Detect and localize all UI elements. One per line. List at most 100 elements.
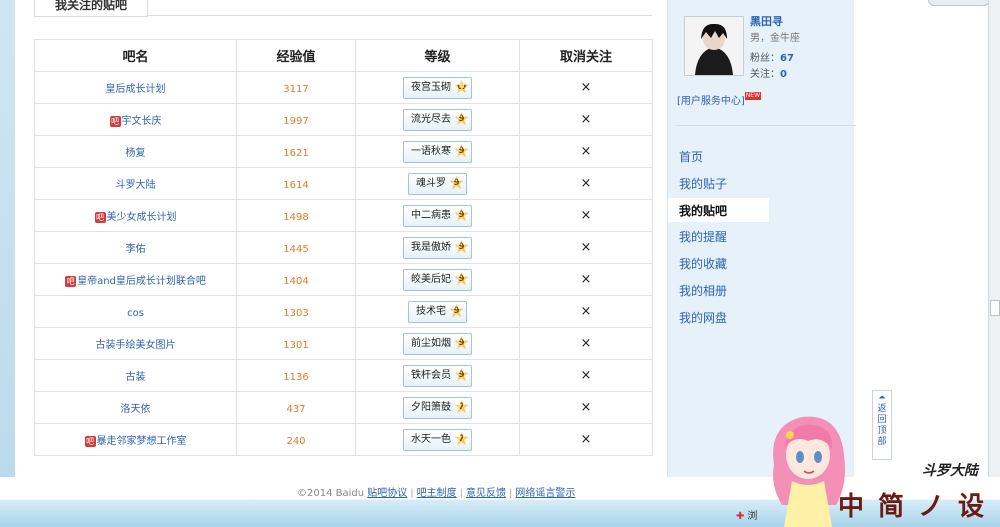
level-title: 夜宫玉砌 xyxy=(411,81,451,93)
unfollow-button[interactable]: × xyxy=(581,240,592,255)
bar-name-label[interactable]: 古装手绘美女图片 xyxy=(96,340,176,351)
bar-name-label[interactable]: 皇帝and皇后成长计划联合吧 xyxy=(77,276,206,287)
bar-name-label[interactable]: 美少女成长计划 xyxy=(107,212,177,223)
level-badge[interactable]: 皎美后妃 9 xyxy=(403,268,472,291)
level-badge[interactable]: 夕阳箫鼓 7 xyxy=(403,396,472,419)
star-icon: 9 xyxy=(454,143,469,158)
level-badge[interactable]: 中二病患 9 xyxy=(403,204,472,227)
unfollow-cell: × xyxy=(519,391,653,424)
exp-cell: 1303 xyxy=(236,295,356,328)
sidebar-nav-item[interactable]: 我的贴子 xyxy=(679,175,727,192)
bar-name-label[interactable]: 李佑 xyxy=(126,244,146,255)
bar-name-label[interactable]: cos xyxy=(127,308,144,319)
footer-link-rumor[interactable]: 网络谣言警示 xyxy=(515,488,575,499)
bar-name-link[interactable]: cos xyxy=(127,308,144,319)
bar-name-link[interactable]: 李佑 xyxy=(126,244,146,255)
sidebar-nav-item[interactable]: 首页 xyxy=(679,148,703,165)
sidebar-nav-item[interactable]: 我的收藏 xyxy=(679,255,727,272)
unfollow-button[interactable]: × xyxy=(581,176,592,191)
bar-name-link[interactable]: 皇后成长计划 xyxy=(106,84,166,95)
level-badge[interactable]: 技术宅 9 xyxy=(408,300,467,323)
header-bar-name: 吧名 xyxy=(34,39,237,72)
unfollow-button[interactable]: × xyxy=(581,80,592,95)
bar-name-link[interactable]: 洛天依 xyxy=(121,404,151,415)
table-row: 吧宇文长庆 1997 流光尽去 9 × xyxy=(34,103,653,136)
unfollow-button[interactable]: × xyxy=(581,336,592,351)
bar-name-link[interactable]: 吧美少女成长计划 xyxy=(94,211,177,223)
unfollow-button[interactable]: × xyxy=(581,304,592,319)
follow-count[interactable]: 0 xyxy=(780,69,787,80)
sidebar-nav-item[interactable]: 我的相册 xyxy=(679,282,727,299)
table-row: 古装 1136 铁杆会员 9 × xyxy=(34,359,653,392)
bar-name-link[interactable]: 杨复 xyxy=(126,148,146,159)
bar-name-label[interactable]: 洛天依 xyxy=(121,404,151,415)
browser-status-label: 浏 xyxy=(747,511,758,522)
fans-count[interactable]: 67 xyxy=(780,53,794,64)
bar-name-label[interactable]: 杨复 xyxy=(126,148,146,159)
table-row: 吧暴走邻家梦想工作室 240 水天一色 7 × xyxy=(34,423,653,456)
scrollbar-thumb[interactable] xyxy=(990,300,1000,316)
unfollow-button[interactable]: × xyxy=(581,400,592,415)
follow-stat[interactable]: 关注：0 xyxy=(750,65,787,80)
bar-name-link[interactable]: 斗罗大陆 xyxy=(116,180,156,191)
level-badge[interactable]: 我是傲娇 9 xyxy=(403,236,472,259)
new-badge: NEW xyxy=(744,92,762,100)
bar-name-label[interactable]: 暴走邻家梦想工作室 xyxy=(97,436,187,447)
service-link-label[interactable]: [用户服务中心] xyxy=(677,96,745,107)
unfollow-button[interactable]: × xyxy=(581,432,592,447)
exp-cell: 1614 xyxy=(236,167,356,200)
sidebar-nav-item[interactable]: 我的网盘 xyxy=(679,309,727,326)
level-badge[interactable]: 前尘如烟 9 xyxy=(403,332,472,355)
level-badge[interactable]: 流光尽去 9 xyxy=(403,108,472,131)
avatar[interactable] xyxy=(684,16,744,76)
unfollow-button[interactable]: × xyxy=(581,112,592,127)
level-badge[interactable]: 夜宫玉砌 11 xyxy=(403,76,472,99)
sidebar-nav-item[interactable]: 我的贴吧 xyxy=(679,202,727,219)
level-cell: 一语秋寒 9 xyxy=(355,135,520,168)
bar-tag-icon: 吧 xyxy=(84,435,96,447)
user-service-center-link[interactable]: [用户服务中心]NEW xyxy=(677,92,762,107)
bar-name-cell: 古装 xyxy=(34,359,237,392)
footer-link-agreement[interactable]: 贴吧协议 xyxy=(367,488,407,499)
window-control[interactable] xyxy=(928,0,990,6)
level-badge[interactable]: 一语秋寒 9 xyxy=(403,140,472,163)
user-info: 男，金牛座 xyxy=(750,33,800,44)
back-to-top-button[interactable]: ⏶ 返回顶部 xyxy=(872,390,892,460)
footer-link-moderator[interactable]: 吧主制度 xyxy=(417,488,457,499)
level-title: 流光尽去 xyxy=(411,113,451,125)
unfollow-button[interactable]: × xyxy=(581,208,592,223)
level-badge[interactable]: 水天一色 7 xyxy=(403,428,472,451)
bar-name-label[interactable]: 斗罗大陆 xyxy=(116,180,156,191)
level-title: 夕阳箫鼓 xyxy=(411,401,451,413)
level-title: 技术宅 xyxy=(416,305,446,317)
star-icon: 9 xyxy=(449,175,464,190)
exp-value: 240 xyxy=(286,435,306,447)
sidebar-nav-item[interactable]: 我的提醒 xyxy=(679,228,727,245)
footer-link-feedback[interactable]: 意见反馈 xyxy=(466,488,506,499)
tab-followed-bars[interactable]: 我关注的贴吧 xyxy=(34,0,148,17)
browser-status-button[interactable]: ✚ 浏 xyxy=(736,507,757,522)
scrollbar[interactable] xyxy=(988,0,1000,477)
bar-name-label[interactable]: 古装 xyxy=(126,372,146,383)
unfollow-button[interactable]: × xyxy=(581,368,592,383)
bar-name-link[interactable]: 吧暴走邻家梦想工作室 xyxy=(84,435,187,447)
unfollow-button[interactable]: × xyxy=(581,272,592,287)
bar-name-link[interactable]: 吧皇帝and皇后成长计划联合吧 xyxy=(65,275,206,287)
unfollow-button[interactable]: × xyxy=(581,144,592,159)
exp-value: 1614 xyxy=(283,179,309,191)
bar-name-link[interactable]: 古装 xyxy=(126,372,146,383)
level-badge[interactable]: 铁杆会员 9 xyxy=(403,364,472,387)
level-title: 前尘如烟 xyxy=(411,337,451,349)
unfollow-cell: × xyxy=(519,135,653,168)
exp-cell: 1621 xyxy=(236,135,356,168)
bar-name-label[interactable]: 皇后成长计划 xyxy=(106,84,166,95)
bar-name-label[interactable]: 宇文长庆 xyxy=(122,116,162,127)
level-badge[interactable]: 魂斗罗 9 xyxy=(408,172,467,195)
fans-stat[interactable]: 粉丝：67 xyxy=(750,49,794,64)
bar-name-link[interactable]: 古装手绘美女图片 xyxy=(96,340,176,351)
table-row: 吧美少女成长计划 1498 中二病患 9 × xyxy=(34,199,653,232)
bar-name-link[interactable]: 吧宇文长庆 xyxy=(109,115,162,127)
username[interactable]: 黑田寻 xyxy=(750,13,783,29)
level-title: 水天一色 xyxy=(411,433,451,445)
level-title: 铁杆会员 xyxy=(411,369,451,381)
